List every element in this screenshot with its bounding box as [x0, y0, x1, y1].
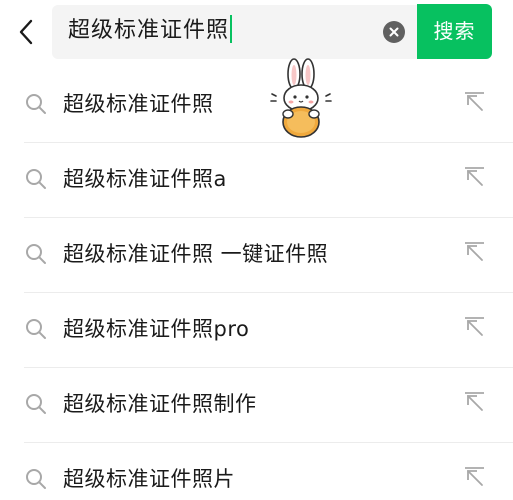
- suggestion-label: 超级标准证件照片: [63, 467, 235, 491]
- suggestion-list: 超级标准证件照 超级标准证件照a 超级标准证件照 一键证件照 超级标准证件照pr…: [0, 68, 513, 500]
- chevron-left-icon: [19, 19, 33, 45]
- suggestion-item[interactable]: 超级标准证件照制作: [0, 368, 513, 443]
- search-button[interactable]: 搜索: [417, 4, 492, 59]
- search-input[interactable]: 超级标准证件照: [68, 14, 233, 48]
- search-icon: [26, 244, 46, 264]
- arrow-up-left-icon[interactable]: [462, 90, 488, 116]
- back-button[interactable]: [14, 16, 38, 48]
- suggestion-label: 超级标准证件照pro: [63, 317, 250, 341]
- suggestion-label: 超级标准证件照 一键证件照: [63, 242, 329, 266]
- text-cursor: [230, 15, 233, 43]
- arrow-up-left-icon[interactable]: [462, 390, 488, 416]
- search-query-text: 超级标准证件照: [68, 18, 230, 43]
- suggestion-label: 超级标准证件照a: [63, 167, 227, 191]
- search-icon: [26, 319, 46, 339]
- search-page: 超级标准证件照 搜索 超级标准证件照 超级标准证件照a 超级标准证件照 一键证件…: [0, 0, 513, 500]
- suggestion-item[interactable]: 超级标准证件照片: [0, 443, 513, 500]
- clear-button[interactable]: [383, 21, 405, 43]
- arrow-up-left-icon[interactable]: [462, 315, 488, 341]
- arrow-up-left-icon[interactable]: [462, 240, 488, 266]
- arrow-up-left-icon[interactable]: [462, 465, 488, 491]
- arrow-up-left-icon[interactable]: [462, 165, 488, 191]
- suggestion-label: 超级标准证件照制作: [63, 392, 257, 416]
- suggestion-item[interactable]: 超级标准证件照pro: [0, 293, 513, 368]
- search-icon: [26, 94, 46, 114]
- bunny-sticker: [270, 58, 332, 138]
- close-icon: [389, 27, 399, 37]
- search-icon: [26, 169, 46, 189]
- search-icon: [26, 469, 46, 489]
- suggestion-label: 超级标准证件照: [63, 92, 214, 116]
- search-icon: [26, 394, 46, 414]
- suggestion-item[interactable]: 超级标准证件照: [0, 68, 513, 143]
- suggestion-item[interactable]: 超级标准证件照a: [0, 143, 513, 218]
- suggestion-item[interactable]: 超级标准证件照 一键证件照: [0, 218, 513, 293]
